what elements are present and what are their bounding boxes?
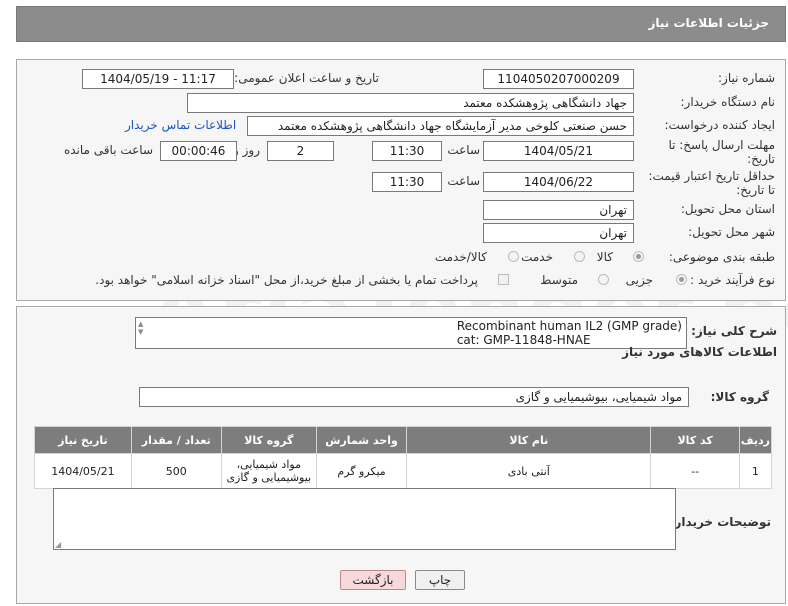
category-label: طبقه بندی موضوعی: (668, 250, 775, 264)
description-line-1: Recombinant human IL2 (GMP grade) (456, 319, 682, 333)
cell-group-line-1: مواد شیمیایی، (236, 458, 301, 471)
description-label: شرح کلی نیاز: (691, 324, 777, 338)
province-label: استان محل تحویل: (680, 202, 775, 216)
cell-unit: میکرو گرم (315, 453, 408, 489)
process-radio-medium[interactable] (598, 274, 609, 285)
goods-table-header: ردیف کد کالا نام کالا واحد شمارش گروه کا… (34, 426, 773, 454)
need-info-panel: شماره نیاز: 1104050207000209 تاریخ و ساع… (16, 59, 786, 301)
print-button[interactable]: چاپ (415, 570, 465, 590)
city-label: شهر محل تحویل: (688, 225, 775, 239)
announce-datetime-field: 1404/05/19 - 11:17 (82, 69, 234, 89)
cell-qty: 500 (130, 453, 222, 489)
goods-table: ردیف کد کالا نام کالا واحد شمارش گروه کا… (34, 426, 773, 489)
cell-group-line-2: بیوشیمیایی و گازی (226, 471, 312, 484)
cell-name: آنتی بادی (406, 453, 652, 489)
days-label: روز و (233, 143, 260, 157)
creator-label: ایجاد کننده درخواست: (664, 118, 775, 132)
col-unit: واحد شمارش (315, 426, 408, 454)
process-option-medium: متوسط (540, 273, 578, 287)
category-radio-goods-service[interactable] (508, 251, 519, 262)
col-group: گروه کالا (220, 426, 317, 454)
goods-panel: شرح کلی نیاز: Recombinant human IL2 (GMP… (16, 306, 786, 604)
remaining-label: ساعت باقی مانده (63, 143, 153, 157)
price-validity-label: حداقل تاریخ اعتبار قیمت: تا تاریخ: (648, 169, 775, 197)
price-time-field: 11:30 (372, 172, 442, 192)
buyer-notes-textarea[interactable]: ◢ (53, 488, 676, 550)
announce-label: تاریخ و ساعت اعلان عمومی: (234, 71, 379, 85)
cell-group: مواد شیمیایی، بیوشیمیایی و گازی (220, 453, 317, 489)
goods-group-field: مواد شیمیایی، بیوشیمیایی و گازی (139, 387, 689, 407)
price-date-field: 1404/06/22 (483, 172, 634, 192)
process-option-minor: جزیی (625, 273, 653, 287)
col-name: نام کالا (406, 426, 652, 454)
city-field: تهران (483, 223, 634, 243)
process-radio-minor[interactable] (676, 274, 687, 285)
col-qty: تعداد / مقدار (130, 426, 222, 454)
need-number-label: شماره نیاز: (718, 71, 775, 85)
scroll-arrows-icon[interactable]: ▲ ▼ (138, 320, 143, 336)
reply-deadline-label: مهلت ارسال پاسخ: تا تاریخ: (668, 138, 775, 166)
need-number-field: 1104050207000209 (483, 69, 634, 89)
page-title: جزئیات اطلاعات نیاز (648, 16, 769, 30)
process-label: نوع فرآیند خرید : (690, 273, 775, 287)
buyer-notes-label: توضیحات خریدار: (669, 515, 771, 529)
category-option-goods-service: کالا/خدمت (434, 250, 487, 264)
reply-time-label: ساعت (447, 143, 480, 157)
cell-code: -- (650, 453, 740, 489)
col-date: تاریخ نیاز (34, 426, 132, 454)
creator-field: حسن صنعتی کلوخی مدیر آزمایشگاه جهاد دانش… (247, 116, 634, 136)
category-radio-service[interactable] (574, 251, 585, 262)
category-option-goods: کالا (596, 250, 613, 264)
back-button[interactable]: بازگشت (340, 570, 406, 590)
page-header: جزئیات اطلاعات نیاز (16, 6, 786, 42)
table-row: 1 -- آنتی بادی میکرو گرم مواد شیمیایی، ب… (34, 453, 773, 489)
cell-row: 1 (738, 453, 773, 489)
buyer-org-label: نام دستگاه خریدار: (680, 95, 776, 109)
description-textarea[interactable]: Recombinant human IL2 (GMP grade) cat: G… (135, 317, 687, 349)
treasury-payment-note: پرداخت تمام یا بخشی از مبلغ خرید،از محل … (95, 273, 478, 287)
resize-handle-icon[interactable]: ◢ (55, 540, 61, 549)
buyer-org-field: جهاد دانشگاهی پژوهشکده معتمد (187, 93, 634, 113)
col-code: کد کالا (650, 426, 740, 454)
goods-group-label: گروه کالا: (710, 390, 769, 404)
col-row: ردیف (738, 426, 773, 454)
cell-date: 1404/05/21 (34, 453, 132, 489)
category-radio-goods[interactable] (633, 251, 644, 262)
remaining-time-field: 00:00:46 (160, 141, 237, 161)
price-time-label: ساعت (447, 174, 480, 188)
buyer-contact-link[interactable]: اطلاعات تماس خریدار (125, 118, 236, 132)
province-field: تهران (483, 200, 634, 220)
category-option-service: خدمت (521, 250, 553, 264)
reply-time-field: 11:30 (372, 141, 442, 161)
goods-section-title: اطلاعات کالاهای مورد نیاز (622, 345, 777, 359)
days-remaining-field: 2 (267, 141, 334, 161)
treasury-payment-checkbox[interactable] (498, 274, 509, 285)
reply-date-field: 1404/05/21 (483, 141, 634, 161)
